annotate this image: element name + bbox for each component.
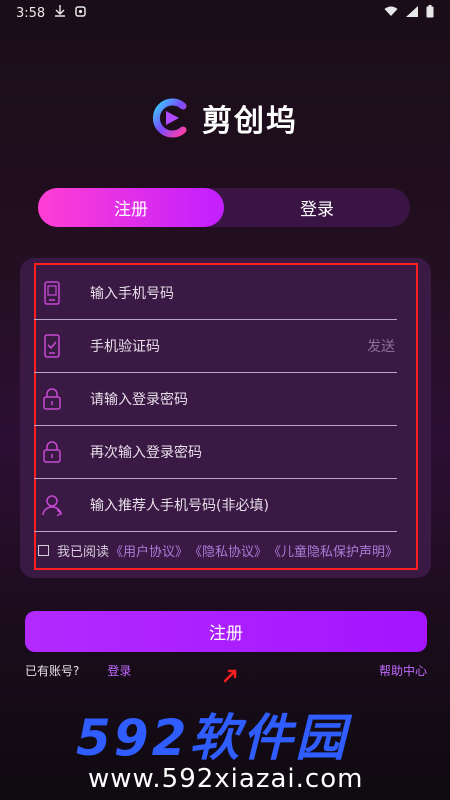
lock-icon: [43, 387, 61, 410]
referrer-user-icon: [42, 494, 63, 517]
app-name: 剪创坞: [202, 104, 298, 139]
tab-register[interactable]: 注册: [38, 188, 224, 227]
auth-tabs: 注册 登录: [38, 188, 410, 227]
signal-icon: [406, 5, 418, 21]
help-center-link[interactable]: 帮助中心: [379, 662, 427, 679]
send-code-button[interactable]: 发送: [367, 336, 395, 356]
phone-input[interactable]: 输入手机号码: [90, 283, 397, 303]
status-right: [384, 4, 434, 22]
privacy-agreement-link[interactable]: 《隐私协议》: [189, 541, 267, 560]
status-left: 3:58: [16, 5, 86, 21]
phone-icon: [44, 280, 60, 305]
referrer-input[interactable]: 输入推荐人手机号码(非必填): [90, 495, 397, 515]
confirm-password-input[interactable]: 再次输入登录密码: [90, 442, 397, 462]
password-field[interactable]: 请输入登录密码: [34, 372, 397, 426]
sms-code-input[interactable]: 手机验证码: [90, 336, 367, 356]
sms-verify-icon: [44, 333, 60, 358]
download-icon: [55, 5, 66, 21]
settings-icon: [75, 5, 86, 21]
child-privacy-link[interactable]: 《儿童隐私保护声明》: [268, 541, 398, 560]
agreement-prefix: 我已阅读: [57, 545, 110, 560]
status-bar: 3:58: [0, 0, 450, 26]
watermark-main: 592软件园: [76, 709, 349, 767]
watermark: 592软件园 www.592xiazai.com: [0, 690, 450, 800]
app-logo: 剪创坞: [150, 96, 298, 140]
sms-code-field[interactable]: 手机验证码 发送: [34, 319, 397, 373]
password-input[interactable]: 请输入登录密码: [90, 389, 397, 409]
referrer-field[interactable]: 输入推荐人手机号码(非必填): [34, 478, 397, 532]
wifi-icon: [384, 6, 398, 21]
agreement-checkbox[interactable]: [38, 545, 49, 556]
lock-icon: [43, 440, 61, 463]
app-logo-icon: [152, 98, 187, 138]
watermark-url: www.592xiazai.com: [88, 764, 364, 794]
tab-login[interactable]: 登录: [224, 188, 410, 227]
login-link[interactable]: 登录: [107, 662, 131, 679]
battery-icon: [426, 4, 434, 22]
confirm-password-field[interactable]: 再次输入登录密码: [34, 425, 397, 479]
register-submit-button[interactable]: 注册: [25, 611, 427, 652]
has-account-text: 已有账号?: [25, 664, 80, 678]
phone-field[interactable]: 输入手机号码: [34, 266, 397, 320]
user-agreement-link[interactable]: 《用户协议》: [110, 541, 188, 560]
pointer-arrow-icon: [223, 669, 237, 683]
agreement-row: 我已阅读 《用户协议》 《隐私协议》 《儿童隐私保护声明》: [38, 541, 398, 560]
status-time: 3:58: [16, 5, 46, 21]
